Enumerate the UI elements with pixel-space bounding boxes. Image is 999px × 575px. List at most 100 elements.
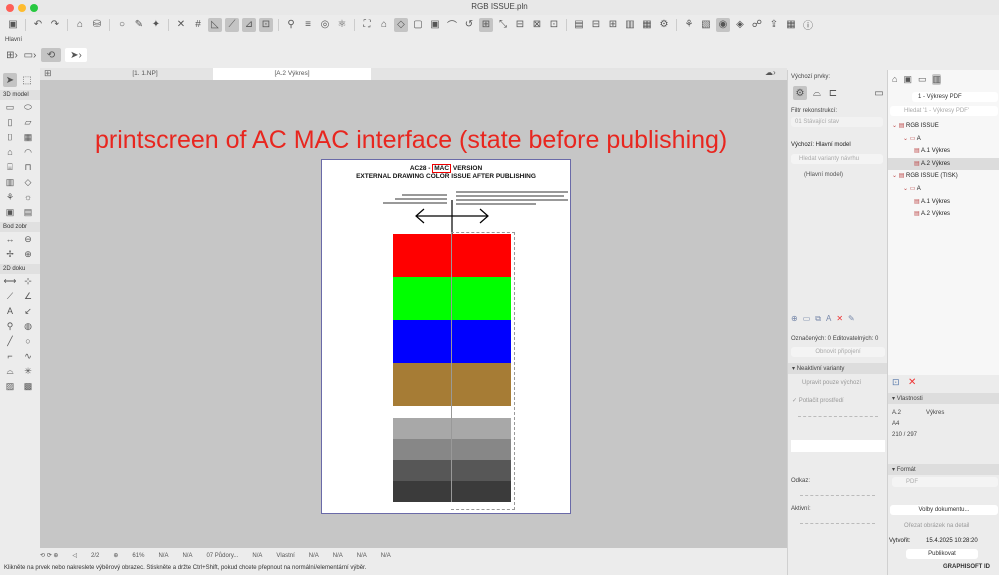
- remove-icon[interactable]: ✕: [908, 377, 916, 388]
- worksheet-icon[interactable]: ▥: [623, 18, 637, 32]
- lamp-tool-icon[interactable]: ☼: [21, 192, 35, 205]
- view-map-icon[interactable]: ▣: [903, 74, 912, 85]
- angle-tool-icon[interactable]: ∠: [21, 291, 35, 304]
- grid-icon[interactable]: #: [191, 18, 205, 32]
- element-filter-icon[interactable]: ⚙: [793, 86, 807, 100]
- properties-header[interactable]: ▾ Vlastnosti: [888, 393, 999, 404]
- elevation-icon[interactable]: ⊞: [606, 18, 620, 32]
- crop-checkbox[interactable]: Ořezat obrázek na detail: [904, 523, 969, 529]
- worksheet-tool-icon[interactable]: ⊕: [21, 249, 35, 262]
- eyedropper-icon[interactable]: ✎: [132, 18, 146, 32]
- tab-menu-icon[interactable]: ☁›: [765, 68, 776, 77]
- tree-item[interactable]: ▤ A.1 Výkres: [888, 196, 999, 208]
- inactive-options-header[interactable]: ▾ Neaktivní varianty: [788, 363, 888, 374]
- rename-icon[interactable]: A: [826, 314, 831, 324]
- offset-icon[interactable]: ⊡: [547, 18, 561, 32]
- nodes-icon[interactable]: ⊞: [479, 17, 493, 32]
- publish-icon[interactable]: ⇪: [767, 18, 781, 32]
- guide-icon[interactable]: ⟋: [225, 17, 239, 32]
- zoom-level[interactable]: 61%: [132, 553, 144, 559]
- delete-icon[interactable]: ✕: [836, 314, 843, 324]
- settings-icon[interactable]: ⚙: [657, 18, 671, 32]
- window-icon[interactable]: ▢: [411, 18, 425, 32]
- tree-item[interactable]: ⌄ ▭ A: [888, 183, 999, 195]
- trim-icon[interactable]: ⌒: [445, 18, 459, 32]
- figure-tool-icon[interactable]: ◍: [21, 321, 35, 334]
- suppress-env-checkbox[interactable]: ✓ Potlačit prostředí: [792, 397, 844, 404]
- tab-floor-plan[interactable]: [1. 1.NP]: [115, 68, 175, 80]
- tree-item[interactable]: ▤ A.2 Výkres: [888, 157, 999, 170]
- lock-icon[interactable]: ○: [115, 18, 129, 32]
- hotspot-tool-icon[interactable]: ⌓: [3, 366, 17, 379]
- tree-item[interactable]: ⌄ ▭ A: [888, 133, 999, 145]
- toolbox-section-view[interactable]: Bod zobr: [0, 222, 40, 232]
- option-dropdown[interactable]: [791, 440, 885, 452]
- detail-icon[interactable]: ▦: [640, 18, 654, 32]
- magic-wand-icon[interactable]: ✦: [149, 18, 163, 32]
- selection-method-icon[interactable]: ⊞›: [5, 48, 19, 62]
- undo-icon[interactable]: ↶: [31, 18, 45, 32]
- publisher-sets-icon[interactable]: ▥: [932, 74, 941, 85]
- opacity-slider[interactable]: [798, 416, 878, 417]
- active-slider[interactable]: [800, 523, 875, 524]
- polyline-tool-icon[interactable]: ⌐: [3, 351, 17, 364]
- section-tool-icon[interactable]: ↔: [3, 234, 17, 247]
- wall-tool-icon[interactable]: ▭: [3, 102, 17, 115]
- gravity-icon[interactable]: ⊡: [259, 17, 273, 32]
- pen-set-selector[interactable]: Vlastní: [276, 553, 294, 559]
- structure-filter-icon[interactable]: ⊏: [826, 86, 840, 100]
- spline-tool-icon[interactable]: ∿: [21, 351, 35, 364]
- radial-tool-icon[interactable]: ⟋: [3, 291, 17, 304]
- layout-book-icon[interactable]: ▭: [918, 74, 927, 85]
- zone-tool-icon[interactable]: ▣: [3, 207, 17, 220]
- fill-tool-icon[interactable]: ⚲: [3, 321, 17, 334]
- folder-icon[interactable]: ▭: [872, 86, 886, 100]
- refresh-connection-button[interactable]: Obnovit připojení: [791, 347, 885, 357]
- text-tool-icon[interactable]: A: [3, 306, 17, 319]
- roof-tool-icon[interactable]: ⌂: [3, 147, 17, 160]
- slab-tool-icon[interactable]: ⬭: [21, 102, 35, 115]
- lock-layer-icon[interactable]: ⚲: [284, 18, 298, 32]
- pointer-tool-icon[interactable]: ➤›: [65, 48, 87, 62]
- new-folder-icon[interactable]: ▭: [803, 314, 811, 324]
- drawing-tool-icon[interactable]: ▨: [3, 381, 17, 394]
- library-icon[interactable]: ▦: [784, 18, 798, 32]
- beam-tool-icon[interactable]: ▱: [21, 117, 35, 130]
- group-icon[interactable]: ☍: [750, 18, 764, 32]
- redo-icon[interactable]: ↷: [48, 18, 62, 32]
- tree-item[interactable]: ▤ A.2 Výkres: [888, 208, 999, 220]
- document-options-button[interactable]: Volby dokumentu...: [890, 505, 998, 515]
- arrow-tool-icon[interactable]: ➤: [3, 73, 17, 87]
- layout-sheet[interactable]: AC28 - MAC VERSION EXTERNAL DRAWING COLO…: [321, 159, 571, 514]
- align-icon[interactable]: ⊠: [530, 18, 544, 32]
- save-icon[interactable]: ▣: [6, 18, 20, 32]
- change-tool-icon[interactable]: ▩: [21, 381, 35, 394]
- marquee-tool-icon[interactable]: ⬚: [20, 73, 34, 87]
- duplicate-icon[interactable]: ⧉: [815, 314, 821, 324]
- level-tool-icon[interactable]: ⊹: [21, 276, 35, 289]
- rotate-view-icon[interactable]: ⟲: [41, 48, 61, 62]
- line-tool-icon[interactable]: ╱: [3, 336, 17, 349]
- mesh-icon[interactable]: ▤: [572, 18, 586, 32]
- open-icon[interactable]: ⌂: [73, 18, 87, 32]
- snap-guide-icon[interactable]: ⊿: [242, 17, 256, 32]
- section-icon[interactable]: ⊟: [589, 18, 603, 32]
- edit-default-checkbox[interactable]: Upravit pouze výchozí: [802, 380, 861, 386]
- marquee-icon[interactable]: ◇: [394, 17, 408, 32]
- marquee-type-icon[interactable]: ▭›: [23, 48, 37, 62]
- curtain-wall-tool-icon[interactable]: ▥: [3, 177, 17, 190]
- snap-icon[interactable]: ✕: [174, 18, 188, 32]
- navigator-search[interactable]: Hledat '1 - Výkresy PDF': [890, 106, 998, 116]
- teamwork-icon[interactable]: ⛁: [90, 18, 104, 32]
- camera-icon[interactable]: ◈: [733, 18, 747, 32]
- window-tool-icon[interactable]: ▦: [21, 132, 35, 145]
- project-map-icon[interactable]: ⌂: [892, 74, 897, 85]
- undo-zoom-icon[interactable]: ⟲ ⟳ ⊕: [40, 552, 58, 559]
- trace-icon[interactable]: ⚛: [335, 18, 349, 32]
- door-tool-icon[interactable]: ⌷: [3, 132, 17, 145]
- ruler-icon[interactable]: ◺: [208, 17, 222, 32]
- publish-settings-icon[interactable]: ⊡: [892, 377, 900, 388]
- detail-tool-icon[interactable]: ✢: [3, 249, 17, 262]
- stair-tool-icon[interactable]: ⌸: [3, 162, 17, 175]
- circle-tool-icon[interactable]: ○: [21, 336, 35, 349]
